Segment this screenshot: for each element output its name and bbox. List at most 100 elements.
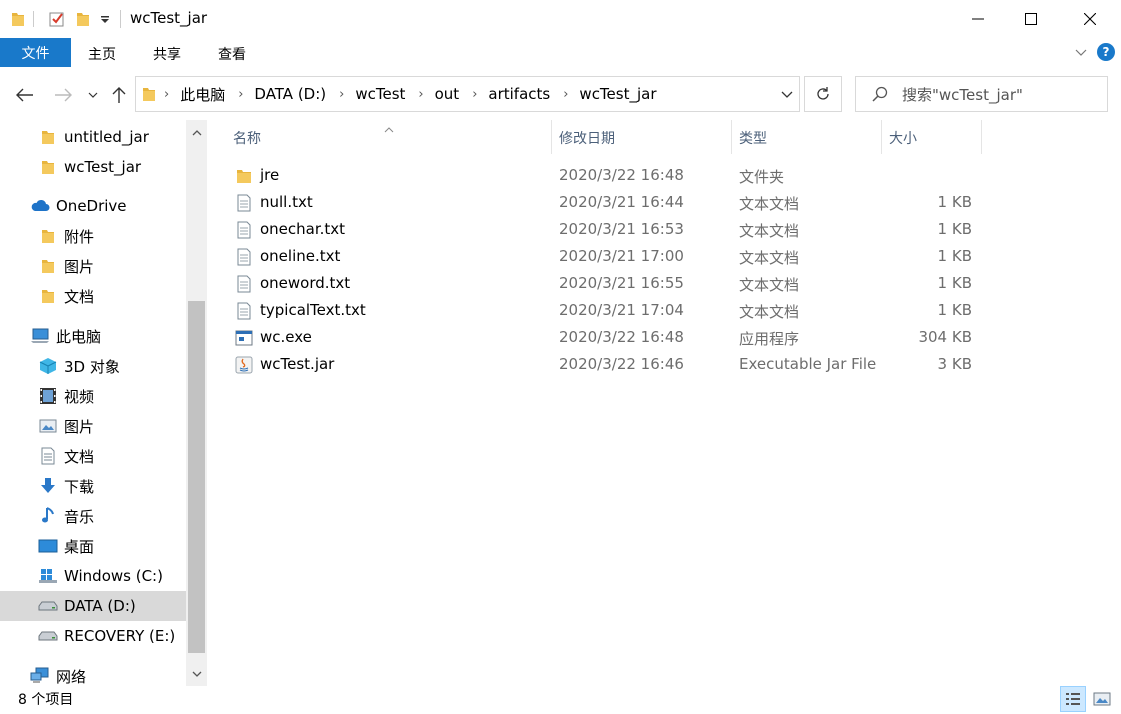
sidebar-item-videos[interactable]: 视频 <box>0 381 186 411</box>
file-name: wcTest.jar <box>260 355 335 373</box>
file-type: Executable Jar File <box>739 355 877 373</box>
column-header-date[interactable]: 修改日期 <box>559 128 615 148</box>
breadcrumb-out[interactable]: out <box>435 85 460 103</box>
sidebar-item-label: 桌面 <box>64 537 95 556</box>
chevron-right-icon[interactable]: › <box>472 87 477 102</box>
large-icons-view-button[interactable] <box>1089 686 1115 712</box>
folder-icon <box>38 256 58 276</box>
chevron-right-icon[interactable]: › <box>164 87 169 102</box>
folder-icon <box>38 286 58 306</box>
drive-icon <box>38 596 58 616</box>
video-icon <box>38 386 58 406</box>
navigation-pane: untitled_jar wcTest_jar OneDrive 附件 图片 文… <box>0 120 208 686</box>
close-button[interactable] <box>1067 0 1113 38</box>
file-type: 文本文档 <box>739 222 800 240</box>
sidebar-item-downloads[interactable]: 下载 <box>0 471 186 501</box>
back-button[interactable] <box>14 82 36 108</box>
scrollbar-thumb[interactable] <box>188 301 205 653</box>
text-file-icon <box>234 274 254 294</box>
table-row[interactable]: oneline.txt 2020/3/21 17:00 文本文档 1 KB <box>224 243 984 270</box>
table-row[interactable]: null.txt 2020/3/21 16:44 文本文档 1 KB <box>224 189 984 216</box>
sidebar-item-wctest-jar[interactable]: wcTest_jar <box>0 152 186 182</box>
breadcrumb-this-pc[interactable]: 此电脑 <box>180 84 225 105</box>
column-divider[interactable] <box>551 120 552 154</box>
column-divider[interactable] <box>981 120 982 154</box>
sidebar-item-pictures[interactable]: 图片 <box>0 411 186 441</box>
tab-view[interactable]: 查看 <box>218 44 246 64</box>
address-bar[interactable]: › 此电脑 › DATA (D:) › wcTest › out › artif… <box>135 76 800 112</box>
breadcrumb-artifacts[interactable]: artifacts <box>488 85 550 103</box>
chevron-down-icon[interactable] <box>781 85 793 103</box>
file-type: 文本文档 <box>739 195 800 213</box>
sidebar-item-onedrive[interactable]: OneDrive <box>0 191 186 221</box>
up-button[interactable] <box>108 82 130 108</box>
column-divider[interactable] <box>731 120 732 154</box>
sidebar-item-data-d[interactable]: DATA (D:) <box>0 591 186 621</box>
file-date: 2020/3/21 16:55 <box>559 274 684 292</box>
tab-share[interactable]: 共享 <box>153 44 181 64</box>
file-name: typicalText.txt <box>260 301 366 319</box>
table-row[interactable]: onechar.txt 2020/3/21 16:53 文本文档 1 KB <box>224 216 984 243</box>
sidebar-item-onedrive-documents[interactable]: 文档 <box>0 281 186 311</box>
breadcrumb-data-drive[interactable]: DATA (D:) <box>254 85 326 103</box>
refresh-button[interactable] <box>804 76 842 112</box>
chevron-right-icon[interactable]: › <box>418 87 423 102</box>
title-divider <box>120 10 121 28</box>
scroll-up-icon[interactable] <box>186 122 207 142</box>
chevron-right-icon[interactable]: › <box>238 87 243 102</box>
column-divider[interactable] <box>881 120 882 154</box>
breadcrumb-wctest-jar[interactable]: wcTest_jar <box>579 85 656 103</box>
sidebar-item-this-pc[interactable]: 此电脑 <box>0 321 186 351</box>
folder-icon <box>38 157 58 177</box>
pictures-icon <box>38 416 58 436</box>
search-box[interactable]: 搜索"wcTest_jar" <box>855 76 1108 112</box>
table-row[interactable]: wc.exe 2020/3/22 16:48 应用程序 304 KB <box>224 324 984 351</box>
sidebar-item-recovery-e[interactable]: RECOVERY (E:) <box>0 621 186 651</box>
text-file-icon <box>234 193 254 213</box>
file-name: onechar.txt <box>260 220 346 238</box>
sidebar-item-music[interactable]: 音乐 <box>0 501 186 531</box>
column-header-type[interactable]: 类型 <box>739 128 767 148</box>
expand-ribbon-icon[interactable] <box>1075 43 1087 61</box>
scroll-down-icon[interactable] <box>186 664 207 684</box>
table-row[interactable]: oneword.txt 2020/3/21 16:55 文本文档 1 KB <box>224 270 984 297</box>
table-row[interactable]: typicalText.txt 2020/3/21 17:04 文本文档 1 K… <box>224 297 984 324</box>
file-date: 2020/3/22 16:46 <box>559 355 684 373</box>
sidebar-item-label: 3D 对象 <box>64 357 120 376</box>
breadcrumb-wctest[interactable]: wcTest <box>355 85 405 103</box>
sidebar-item-documents[interactable]: 文档 <box>0 441 186 471</box>
chevron-right-icon[interactable]: › <box>339 87 344 102</box>
item-count: 8 个项目 <box>18 692 74 708</box>
tab-home[interactable]: 主页 <box>88 44 116 64</box>
maximize-button[interactable] <box>1008 0 1054 38</box>
sidebar-item-desktop[interactable]: 桌面 <box>0 531 186 561</box>
properties-icon[interactable] <box>46 8 68 30</box>
forward-button[interactable] <box>52 82 74 108</box>
search-icon <box>872 86 888 102</box>
table-row[interactable]: jre 2020/3/22 16:48 文件夹 <box>224 162 984 189</box>
sidebar-item-untitled-jar[interactable]: untitled_jar <box>0 122 186 152</box>
sidebar-item-label: DATA (D:) <box>64 597 136 615</box>
column-header-name[interactable]: 名称 <box>233 128 261 148</box>
sidebar-item-onedrive-pictures[interactable]: 图片 <box>0 251 186 281</box>
title-bar: wcTest_jar <box>0 0 1121 38</box>
search-input[interactable]: 搜索"wcTest_jar" <box>902 84 1023 105</box>
recent-locations-button[interactable] <box>86 82 100 108</box>
details-view-button[interactable] <box>1060 686 1086 712</box>
file-name: oneline.txt <box>260 247 341 265</box>
sidebar-item-windows-c[interactable]: Windows (C:) <box>0 561 186 591</box>
sidebar-item-network[interactable]: 网络 <box>0 661 186 686</box>
file-name: null.txt <box>260 193 313 211</box>
customize-toolbar-icon[interactable] <box>98 8 112 30</box>
column-header-size[interactable]: 大小 <box>889 128 917 148</box>
sidebar-item-attachments[interactable]: 附件 <box>0 221 186 251</box>
status-bar: 8 个项目 <box>0 686 1121 714</box>
help-button[interactable]: ? <box>1097 43 1115 61</box>
sidebar-item-label: 图片 <box>64 257 95 276</box>
chevron-right-icon[interactable]: › <box>563 87 568 102</box>
table-row[interactable]: wcTest.jar 2020/3/22 16:46 Executable Ja… <box>224 351 984 378</box>
new-folder-icon[interactable] <box>74 8 92 30</box>
sidebar-item-3d-objects[interactable]: 3D 对象 <box>0 351 186 381</box>
minimize-button[interactable] <box>955 0 1001 38</box>
tab-file[interactable]: 文件 <box>0 38 71 67</box>
